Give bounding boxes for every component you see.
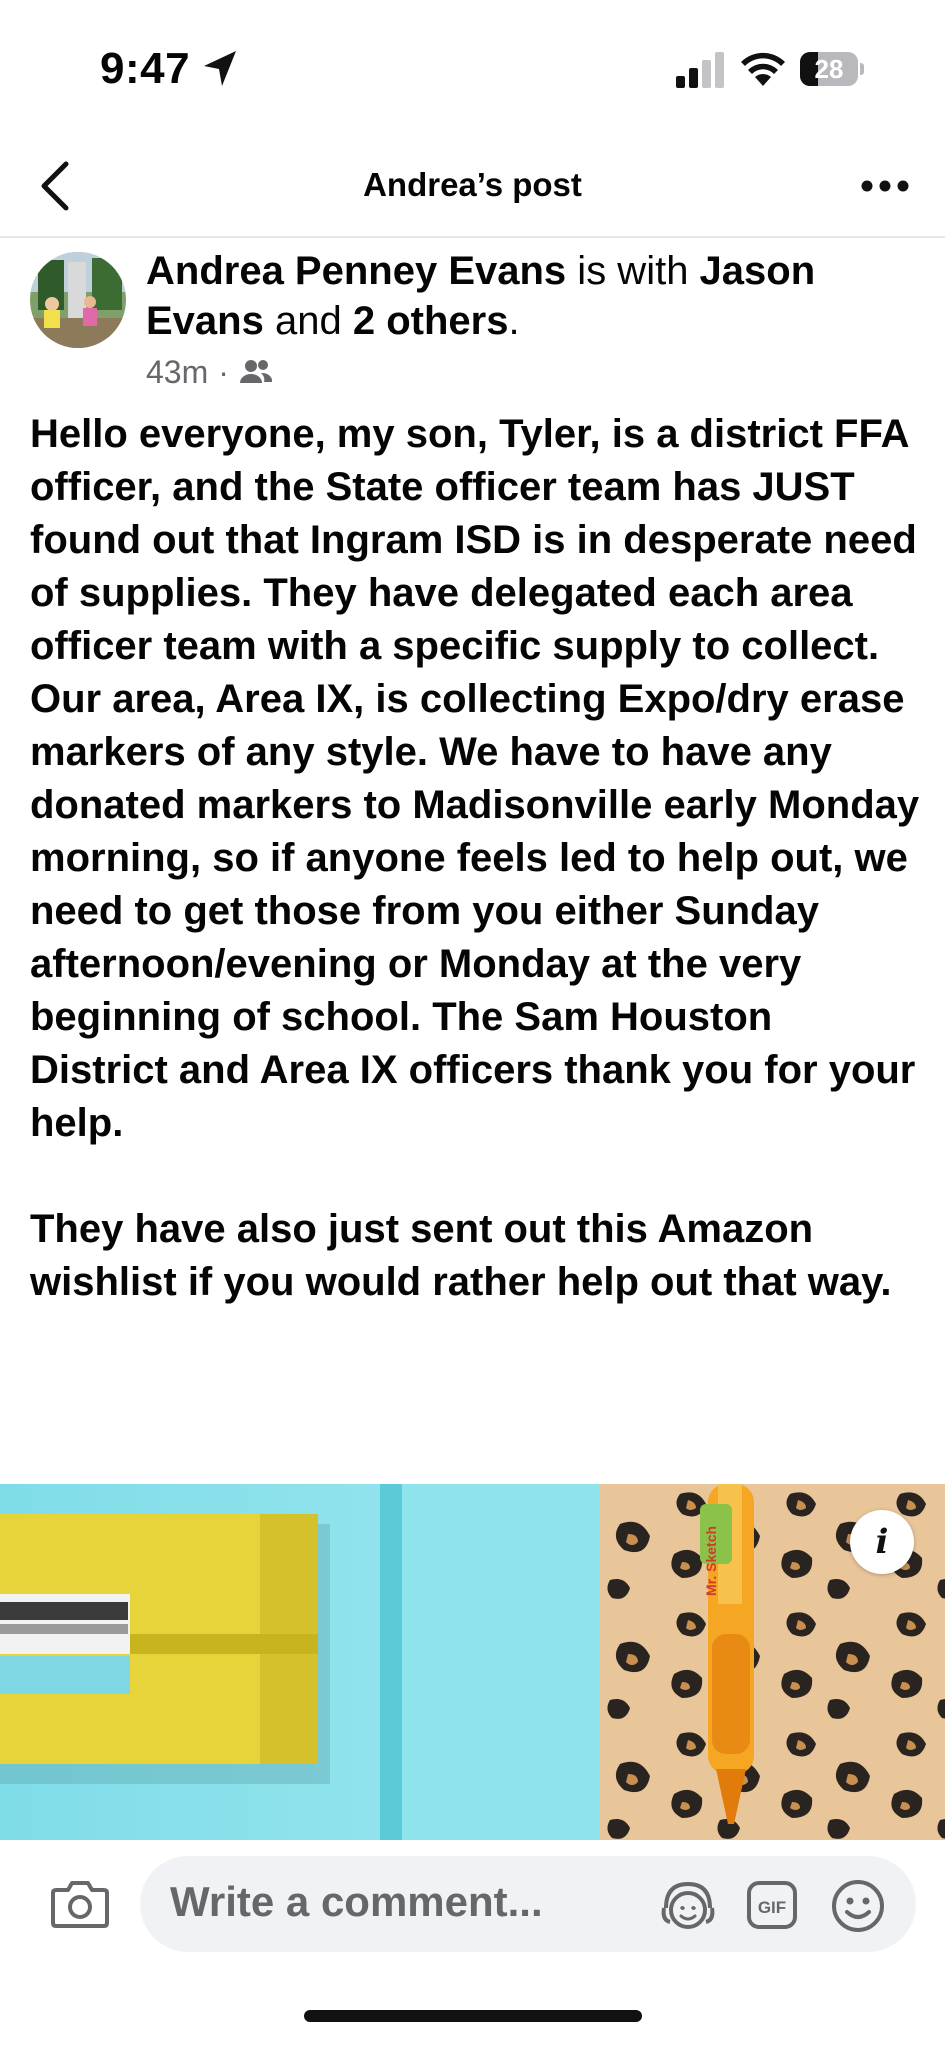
and-text: and — [263, 299, 353, 343]
camera-icon[interactable] — [50, 1878, 110, 1930]
post-meta: 43m · — [146, 352, 273, 392]
location-arrow-icon — [204, 51, 236, 86]
post-paragraph-2: They have also just sent out this Amazon… — [30, 1207, 892, 1304]
status-time: 9:47 — [100, 44, 191, 93]
status-bar: 9:47 28 — [0, 0, 945, 140]
comment-placeholder: Write a comment... — [170, 1878, 543, 1925]
info-button[interactable]: i — [850, 1510, 914, 1574]
post-text: Hello everyone, my son, Tyler, is a dist… — [30, 408, 920, 1309]
wifi-icon — [741, 52, 785, 86]
emoji-icon[interactable] — [830, 1878, 886, 1934]
author-name-link[interactable]: Andrea Penney Evans — [146, 249, 566, 293]
battery-icon: 28 — [800, 52, 866, 86]
link-preview-image[interactable]: Mr. Sketch — [0, 1484, 945, 1840]
nav-header: Andrea’s post — [0, 140, 945, 238]
cellular-signal-icon — [676, 52, 724, 88]
avatar-sticker-icon[interactable] — [660, 1878, 716, 1932]
home-indicator[interactable] — [304, 2010, 642, 2022]
post-author-line: Andrea Penney Evans is with Jason Evans … — [146, 246, 916, 346]
post-timestamp[interactable]: 43m — [146, 354, 208, 391]
meta-separator: · — [218, 353, 229, 390]
pen-brand-text: Mr. Sketch — [703, 1526, 719, 1596]
comment-input[interactable]: Write a comment... GIF — [140, 1856, 916, 1952]
gif-icon[interactable]: GIF — [746, 1880, 798, 1930]
others-link[interactable]: 2 others — [353, 299, 509, 343]
with-text: is with — [566, 249, 700, 293]
page-title: Andrea’s post — [363, 166, 582, 203]
post-paragraph-1: Hello everyone, my son, Tyler, is a dist… — [30, 412, 920, 1145]
battery-level: 28 — [814, 54, 844, 84]
avatar[interactable] — [30, 252, 126, 348]
gif-label: GIF — [758, 1898, 786, 1917]
more-dots-icon[interactable] — [860, 174, 910, 198]
friends-icon — [239, 360, 272, 383]
period-text: . — [508, 299, 520, 343]
